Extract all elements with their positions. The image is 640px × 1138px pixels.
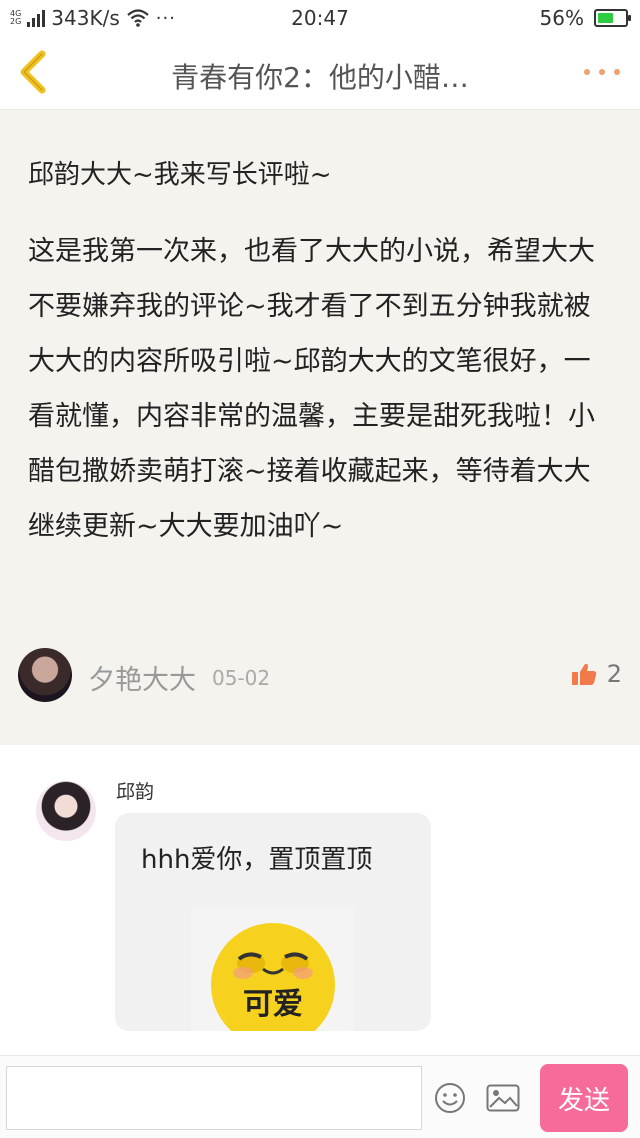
author-name[interactable]: 夕艳大大 xyxy=(88,658,196,697)
battery-icon xyxy=(594,9,631,27)
status-right: 56% xyxy=(539,6,631,30)
like-button[interactable]: 2 xyxy=(571,660,622,688)
smiley-icon xyxy=(435,1083,465,1113)
back-button[interactable] xyxy=(14,48,54,96)
more-dots-icon xyxy=(584,69,590,75)
reply-author-name[interactable]: 邱韵 xyxy=(116,777,154,804)
comment-heading: 邱韵大大~我来写长评啦~ xyxy=(28,160,332,190)
page-title: 青春有你2：他的小醋… xyxy=(171,61,469,94)
reply-sticker[interactable]: 可爱 xyxy=(191,907,355,1031)
more-button[interactable] xyxy=(584,64,620,80)
image-button[interactable] xyxy=(486,1084,520,1112)
nav-bar: 青春有你2：他的小醋… xyxy=(0,34,640,110)
comment-date: 05-02 xyxy=(212,666,271,690)
comment-author-row: 夕艳大大 05-02 2 xyxy=(18,648,622,704)
reply-bubble: hhh爱你，置顶置顶 可爱 xyxy=(115,813,431,1031)
battery-fill xyxy=(598,13,613,23)
send-button[interactable]: 发送 xyxy=(540,1064,628,1132)
status-bar: 4G 2G 343K/s ··· 20:47 56% xyxy=(0,0,640,34)
reply-input[interactable] xyxy=(6,1066,422,1130)
chevron-left-icon xyxy=(20,50,46,94)
emoji-button[interactable] xyxy=(434,1082,466,1114)
like-count: 2 xyxy=(606,660,622,688)
reply-input-bar: 发送 xyxy=(0,1055,640,1138)
author-avatar[interactable] xyxy=(18,648,72,702)
thumbs-up-icon xyxy=(571,663,596,685)
image-icon xyxy=(486,1084,520,1112)
sticker-label: 可爱 xyxy=(243,987,303,1022)
comment-card: 邱韵大大~我来写长评啦~ 这是我第一次来，也看了大大的小说，希望大大不要嫌弃我的… xyxy=(0,110,640,745)
reply-author-avatar[interactable] xyxy=(36,781,96,841)
battery-level: 56% xyxy=(539,6,584,30)
comment-body: 这是我第一次来，也看了大大的小说，希望大大不要嫌弃我的评论~我才看了不到五分钟我… xyxy=(28,236,595,542)
reply-text: hhh爱你，置顶置顶 xyxy=(141,845,373,875)
reply-section: 邱韵 hhh爱你，置顶置顶 可爱 xyxy=(0,745,640,1055)
